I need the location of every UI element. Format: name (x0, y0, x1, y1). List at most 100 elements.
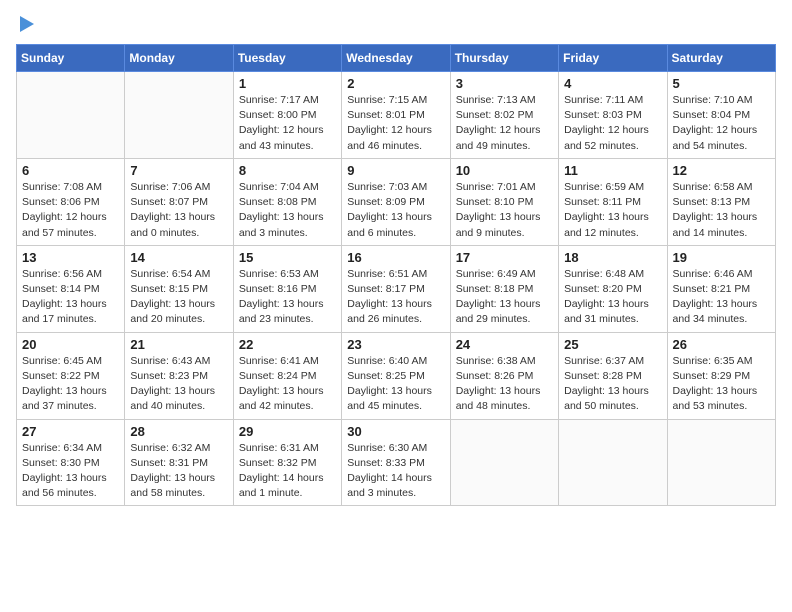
day-info: Sunrise: 6:46 AMSunset: 8:21 PMDaylight:… (673, 267, 770, 328)
calendar-cell (667, 419, 775, 506)
calendar-cell: 19 Sunrise: 6:46 AMSunset: 8:21 PMDayligh… (667, 245, 775, 332)
day-info: Sunrise: 6:40 AMSunset: 8:25 PMDaylight:… (347, 354, 444, 415)
calendar-week-1: 1 Sunrise: 7:17 AMSunset: 8:00 PMDaylight… (17, 72, 776, 159)
day-number: 3 (456, 76, 553, 91)
calendar-cell: 14 Sunrise: 6:54 AMSunset: 8:15 PMDayligh… (125, 245, 233, 332)
day-number: 1 (239, 76, 336, 91)
weekday-header-wednesday: Wednesday (342, 45, 450, 72)
calendar-cell: 4Sunrise: 7:11 AMSunset: 8:03 PMDaylight… (559, 72, 667, 159)
day-number: 11 (564, 163, 661, 178)
day-info: Sunrise: 7:06 AMSunset: 8:07 PMDaylight:… (130, 180, 227, 241)
calendar-header-row: SundayMondayTuesdayWednesdayThursdayFrid… (17, 45, 776, 72)
calendar-table: SundayMondayTuesdayWednesdayThursdayFrid… (16, 44, 776, 506)
day-info: Sunrise: 6:34 AMSunset: 8:30 PMDaylight:… (22, 441, 119, 502)
day-number: 19 (673, 250, 770, 265)
calendar-cell (450, 419, 558, 506)
day-number: 16 (347, 250, 444, 265)
day-number: 5 (673, 76, 770, 91)
calendar-cell: 26 Sunrise: 6:35 AMSunset: 8:29 PMDayligh… (667, 332, 775, 419)
day-info: Sunrise: 6:45 AMSunset: 8:22 PMDaylight:… (22, 354, 119, 415)
weekday-header-tuesday: Tuesday (233, 45, 341, 72)
calendar-cell (125, 72, 233, 159)
day-number: 2 (347, 76, 444, 91)
day-number: 9 (347, 163, 444, 178)
day-number: 12 (673, 163, 770, 178)
day-number: 25 (564, 337, 661, 352)
day-info: Sunrise: 6:53 AMSunset: 8:16 PMDaylight:… (239, 267, 336, 328)
calendar-cell: 17Sunrise: 6:49 AMSunset: 8:18 PMDayligh… (450, 245, 558, 332)
calendar-cell: 25 Sunrise: 6:37 AMSunset: 8:28 PMDayligh… (559, 332, 667, 419)
day-info: Sunrise: 6:59 AMSunset: 8:11 PMDaylight:… (564, 180, 661, 241)
calendar-cell: 6 Sunrise: 7:08 AMSunset: 8:06 PMDaylight… (17, 158, 125, 245)
day-number: 26 (673, 337, 770, 352)
calendar-cell: 1 Sunrise: 7:17 AMSunset: 8:00 PMDaylight… (233, 72, 341, 159)
calendar-cell: 9Sunrise: 7:03 AMSunset: 8:09 PMDaylight… (342, 158, 450, 245)
day-info: Sunrise: 6:48 AMSunset: 8:20 PMDaylight:… (564, 267, 661, 328)
calendar-cell: 2 Sunrise: 7:15 AMSunset: 8:01 PMDaylight… (342, 72, 450, 159)
day-info: Sunrise: 6:54 AMSunset: 8:15 PMDaylight:… (130, 267, 227, 328)
calendar-cell: 28 Sunrise: 6:32 AMSunset: 8:31 PMDayligh… (125, 419, 233, 506)
calendar-cell: 13 Sunrise: 6:56 AMSunset: 8:14 PMDayligh… (17, 245, 125, 332)
day-info: Sunrise: 7:10 AMSunset: 8:04 PMDaylight:… (673, 93, 770, 154)
calendar-week-5: 27 Sunrise: 6:34 AMSunset: 8:30 PMDayligh… (17, 419, 776, 506)
weekday-header-saturday: Saturday (667, 45, 775, 72)
page-header (16, 16, 776, 32)
day-number: 18 (564, 250, 661, 265)
logo-arrow-icon (20, 16, 34, 32)
day-info: Sunrise: 6:31 AMSunset: 8:32 PMDaylight:… (239, 441, 336, 502)
day-info: Sunrise: 7:11 AMSunset: 8:03 PMDaylight:… (564, 93, 661, 154)
calendar-cell: 11 Sunrise: 6:59 AMSunset: 8:11 PMDayligh… (559, 158, 667, 245)
day-number: 10 (456, 163, 553, 178)
day-info: Sunrise: 6:58 AMSunset: 8:13 PMDaylight:… (673, 180, 770, 241)
day-info: Sunrise: 6:37 AMSunset: 8:28 PMDaylight:… (564, 354, 661, 415)
day-info: Sunrise: 6:32 AMSunset: 8:31 PMDaylight:… (130, 441, 227, 502)
day-number: 21 (130, 337, 227, 352)
day-info: Sunrise: 7:08 AMSunset: 8:06 PMDaylight:… (22, 180, 119, 241)
calendar-week-3: 13 Sunrise: 6:56 AMSunset: 8:14 PMDayligh… (17, 245, 776, 332)
day-info: Sunrise: 7:01 AMSunset: 8:10 PMDaylight:… (456, 180, 553, 241)
calendar-cell: 21 Sunrise: 6:43 AMSunset: 8:23 PMDayligh… (125, 332, 233, 419)
day-info: Sunrise: 6:51 AMSunset: 8:17 PMDaylight:… (347, 267, 444, 328)
calendar-week-4: 20Sunrise: 6:45 AMSunset: 8:22 PMDayligh… (17, 332, 776, 419)
day-info: Sunrise: 7:17 AMSunset: 8:00 PMDaylight:… (239, 93, 336, 154)
weekday-header-thursday: Thursday (450, 45, 558, 72)
calendar-cell: 29 Sunrise: 6:31 AMSunset: 8:32 PMDayligh… (233, 419, 341, 506)
day-number: 7 (130, 163, 227, 178)
weekday-header-friday: Friday (559, 45, 667, 72)
calendar-cell: 15 Sunrise: 6:53 AMSunset: 8:16 PMDayligh… (233, 245, 341, 332)
calendar-cell: 10 Sunrise: 7:01 AMSunset: 8:10 PMDayligh… (450, 158, 558, 245)
day-number: 15 (239, 250, 336, 265)
calendar-cell: 23 Sunrise: 6:40 AMSunset: 8:25 PMDayligh… (342, 332, 450, 419)
day-number: 6 (22, 163, 119, 178)
calendar-cell (559, 419, 667, 506)
day-number: 17 (456, 250, 553, 265)
day-info: Sunrise: 6:43 AMSunset: 8:23 PMDaylight:… (130, 354, 227, 415)
weekday-header-monday: Monday (125, 45, 233, 72)
day-number: 28 (130, 424, 227, 439)
day-number: 29 (239, 424, 336, 439)
calendar-cell: 27 Sunrise: 6:34 AMSunset: 8:30 PMDayligh… (17, 419, 125, 506)
calendar-cell: 5 Sunrise: 7:10 AMSunset: 8:04 PMDaylight… (667, 72, 775, 159)
day-info: Sunrise: 6:30 AMSunset: 8:33 PMDaylight:… (347, 441, 444, 502)
day-info: Sunrise: 6:56 AMSunset: 8:14 PMDaylight:… (22, 267, 119, 328)
calendar-cell: 18 Sunrise: 6:48 AMSunset: 8:20 PMDayligh… (559, 245, 667, 332)
day-number: 23 (347, 337, 444, 352)
calendar-cell: 16 Sunrise: 6:51 AMSunset: 8:17 PMDayligh… (342, 245, 450, 332)
weekday-header-sunday: Sunday (17, 45, 125, 72)
calendar-cell: 30 Sunrise: 6:30 AMSunset: 8:33 PMDayligh… (342, 419, 450, 506)
day-number: 27 (22, 424, 119, 439)
calendar-cell: 22Sunrise: 6:41 AMSunset: 8:24 PMDayligh… (233, 332, 341, 419)
day-number: 13 (22, 250, 119, 265)
calendar-cell: 3 Sunrise: 7:13 AMSunset: 8:02 PMDaylight… (450, 72, 558, 159)
day-info: Sunrise: 6:35 AMSunset: 8:29 PMDaylight:… (673, 354, 770, 415)
calendar-cell: 20Sunrise: 6:45 AMSunset: 8:22 PMDayligh… (17, 332, 125, 419)
logo (16, 16, 34, 32)
calendar-week-2: 6 Sunrise: 7:08 AMSunset: 8:06 PMDaylight… (17, 158, 776, 245)
calendar-cell (17, 72, 125, 159)
day-number: 30 (347, 424, 444, 439)
day-number: 14 (130, 250, 227, 265)
day-info: Sunrise: 6:38 AMSunset: 8:26 PMDaylight:… (456, 354, 553, 415)
day-info: Sunrise: 7:13 AMSunset: 8:02 PMDaylight:… (456, 93, 553, 154)
day-info: Sunrise: 7:15 AMSunset: 8:01 PMDaylight:… (347, 93, 444, 154)
day-info: Sunrise: 7:04 AMSunset: 8:08 PMDaylight:… (239, 180, 336, 241)
